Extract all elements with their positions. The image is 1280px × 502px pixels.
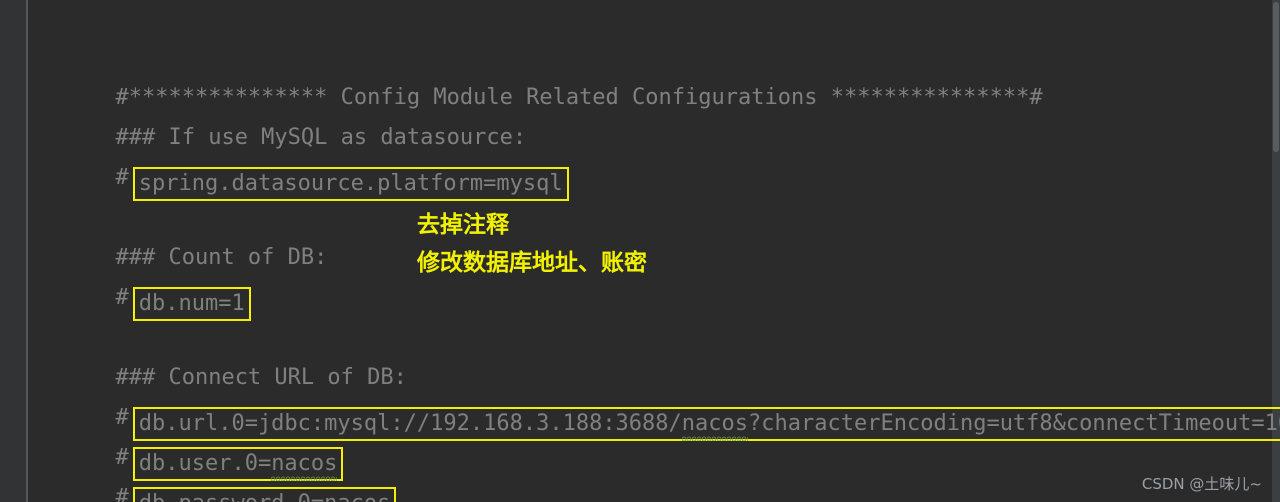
- db-password-key-text: db.password.0=: [139, 491, 324, 502]
- code-line-header-banner: #*************** Config Module Related C…: [36, 38, 1042, 110]
- code-line-db-password-0: #db.password.0=nacos: [36, 438, 397, 502]
- code-line-comment-connect-url: ### Connect URL of DB:: [36, 318, 406, 390]
- csdn-watermark: CSDN @土味儿~: [1141, 475, 1262, 493]
- editor-gutter: [0, 0, 26, 502]
- code-content[interactable]: #*************** Config Module Related C…: [36, 16, 1280, 502]
- code-line-spring-datasource-platform: # spring.datasource.platform=mysql: [36, 118, 569, 201]
- code-line-blank-2: [36, 278, 115, 318]
- code-line-comment-if-use-mysql: ### If use MySQL as datasource:: [36, 78, 526, 150]
- highlight-box-db-password-0[interactable]: db.password.0=nacos: [132, 487, 397, 502]
- code-line-blank-1: [36, 158, 115, 198]
- annotation-line-1: 去掉注释: [417, 212, 509, 238]
- annotation-line-2: 修改数据库地址、账密: [417, 250, 647, 276]
- code-line-db-url-0: # db.url.0=jdbc:mysql://192.168.3.188:368…: [36, 358, 1280, 441]
- gutter-separator: [26, 0, 28, 502]
- code-line-db-user-0: # db.user.0=nacos: [36, 398, 344, 481]
- editor-screenshot: #*************** Config Module Related C…: [0, 0, 1280, 502]
- highlight-box-db-num[interactable]: db.num=1: [132, 287, 251, 321]
- db-url-query-text: ?characterEncoding=utf8&connectTimeout=1…: [748, 411, 1280, 436]
- code-line-db-num: # db.num=1: [36, 238, 251, 321]
- db-password-value-text: nacos: [324, 489, 390, 502]
- code-line-comment-count-of-db: ### Count of DB:: [36, 198, 327, 270]
- comment-hash-marker: #: [115, 285, 129, 310]
- highlight-box-spring-datasource-platform[interactable]: spring.datasource.platform=mysql: [132, 167, 569, 201]
- comment-hash-marker: #: [115, 165, 129, 190]
- comment-hash-marker: #: [115, 485, 129, 502]
- db-url-nacos-schema: nacos: [681, 409, 749, 441]
